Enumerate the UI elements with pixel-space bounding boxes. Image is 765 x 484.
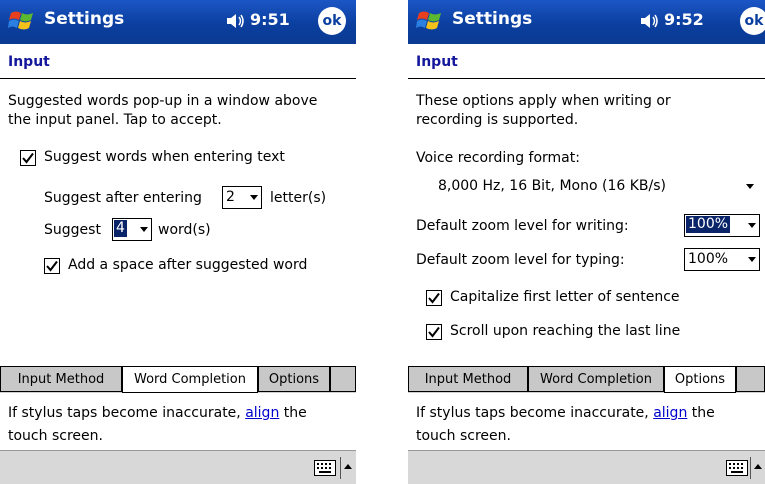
keyboard-icon[interactable] bbox=[314, 460, 336, 476]
suggest-label: Suggest bbox=[44, 222, 101, 238]
scroll-label[interactable]: Scroll upon reaching the last line bbox=[450, 323, 680, 339]
menu-bar bbox=[0, 450, 356, 484]
app-title[interactable]: Settings bbox=[452, 9, 532, 29]
zoom-writing-dropdown[interactable]: 100% bbox=[684, 214, 760, 237]
checkmark-icon bbox=[428, 326, 440, 338]
align-hint-prefix: If stylus taps become inaccurate, bbox=[416, 405, 654, 421]
chevron-up-icon[interactable] bbox=[340, 457, 355, 479]
dropdown-arrow-icon bbox=[748, 257, 756, 262]
navigation-bar: Settings 9:51 ok bbox=[0, 0, 356, 44]
zoom-typing-value: 100% bbox=[688, 251, 729, 267]
tab-options[interactable]: Options bbox=[258, 366, 330, 392]
windows-flag-icon[interactable] bbox=[416, 8, 444, 34]
align-hint: If stylus taps become inaccurate, align … bbox=[8, 402, 348, 448]
speaker-icon[interactable] bbox=[226, 12, 246, 30]
checkmark-icon bbox=[428, 292, 440, 304]
voice-format-value: 8,000 Hz, 16 Bit, Mono (16 KB/s) bbox=[438, 178, 666, 194]
menu-bar bbox=[408, 450, 765, 484]
clock[interactable]: 9:51 bbox=[250, 10, 290, 29]
page-title: Input bbox=[8, 54, 50, 70]
align-hint: If stylus taps become inaccurate, align … bbox=[416, 402, 756, 448]
add-space-label[interactable]: Add a space after suggested word bbox=[68, 257, 307, 273]
checkmark-icon bbox=[46, 260, 58, 272]
keyboard-icon[interactable] bbox=[726, 460, 748, 476]
zoom-writing-label: Default zoom level for writing: bbox=[416, 218, 629, 234]
tab-word-completion[interactable]: Word Completion bbox=[528, 366, 664, 392]
tab-input-method[interactable]: Input Method bbox=[0, 366, 122, 392]
suggest-words-checkbox[interactable] bbox=[20, 150, 36, 166]
words-label: word(s) bbox=[158, 222, 211, 238]
scroll-checkbox[interactable] bbox=[426, 324, 442, 340]
heading-divider bbox=[408, 78, 765, 79]
add-space-checkbox[interactable] bbox=[44, 258, 60, 274]
dropdown-arrow-icon bbox=[748, 223, 756, 228]
description-text: These options apply when writing or reco… bbox=[416, 93, 671, 128]
dropdown-arrow-icon bbox=[746, 184, 754, 189]
ok-button[interactable]: ok bbox=[740, 7, 765, 35]
tab-spacer bbox=[736, 366, 765, 392]
tab-word-completion[interactable]: Word Completion bbox=[122, 367, 258, 393]
word-count-value: 4 bbox=[114, 220, 127, 237]
dropdown-arrow-icon bbox=[250, 195, 258, 200]
align-link[interactable]: align bbox=[653, 405, 687, 421]
align-hint-prefix: If stylus taps become inaccurate, bbox=[8, 405, 246, 421]
voice-format-label: Voice recording format: bbox=[416, 150, 580, 166]
ok-button[interactable]: ok bbox=[318, 7, 346, 35]
letter-count-dropdown[interactable]: 2 bbox=[222, 186, 262, 209]
left-device-screen: Settings 9:51 ok Input Suggested words p… bbox=[0, 0, 356, 484]
voice-format-dropdown[interactable]: 8,000 Hz, 16 Bit, Mono (16 KB/s) bbox=[422, 176, 762, 199]
tab-options[interactable]: Options bbox=[664, 367, 736, 393]
app-title[interactable]: Settings bbox=[44, 9, 124, 29]
tab-input-method[interactable]: Input Method bbox=[408, 366, 528, 392]
description-text: Suggested words pop-up in a window above… bbox=[8, 93, 318, 128]
zoom-typing-label: Default zoom level for typing: bbox=[416, 252, 625, 268]
navigation-bar: Settings 9:52 ok bbox=[408, 0, 765, 44]
tab-bar: Input Method Word Completion Options bbox=[408, 366, 765, 393]
capitalize-checkbox[interactable] bbox=[426, 290, 442, 306]
tab-spacer bbox=[330, 366, 356, 392]
clock[interactable]: 9:52 bbox=[664, 10, 704, 29]
zoom-writing-value: 100% bbox=[686, 216, 731, 233]
letter-count-value: 2 bbox=[226, 189, 235, 205]
letters-label: letter(s) bbox=[270, 190, 327, 206]
word-count-dropdown[interactable]: 4 bbox=[112, 218, 152, 241]
dropdown-arrow-icon bbox=[140, 227, 148, 232]
capitalize-label[interactable]: Capitalize first letter of sentence bbox=[450, 289, 680, 305]
right-device-screen: Settings 9:52 ok Input These options app… bbox=[408, 0, 765, 484]
suggest-words-label[interactable]: Suggest words when entering text bbox=[44, 149, 285, 165]
speaker-icon[interactable] bbox=[640, 12, 660, 30]
checkmark-icon bbox=[22, 152, 34, 164]
page-title: Input bbox=[416, 54, 458, 70]
align-link[interactable]: align bbox=[245, 405, 279, 421]
chevron-up-icon[interactable] bbox=[750, 457, 765, 479]
tab-bar: Input Method Word Completion Options bbox=[0, 366, 356, 393]
windows-flag-icon[interactable] bbox=[8, 8, 36, 34]
zoom-typing-dropdown[interactable]: 100% bbox=[684, 248, 760, 271]
heading-divider bbox=[0, 78, 356, 79]
suggest-after-label: Suggest after entering bbox=[44, 190, 202, 206]
